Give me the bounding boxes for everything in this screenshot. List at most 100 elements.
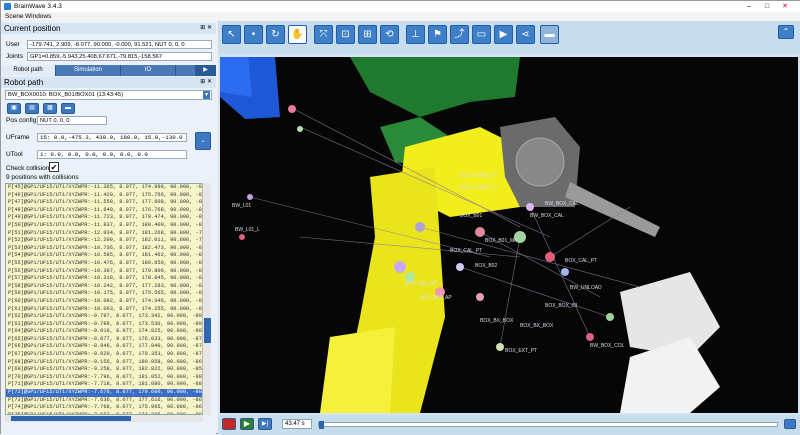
position-row[interactable]: P[56]@GP1/UF15/UT1/XYZWPR:-10.387, 8.077… bbox=[6, 267, 210, 276]
settings-icon[interactable] bbox=[784, 419, 796, 429]
chevron-down-icon[interactable]: ▼ bbox=[203, 91, 210, 99]
close-button[interactable]: ✕ bbox=[777, 1, 793, 12]
position-row[interactable]: P[49]@GP1/UF15/UT1/XYZWPR:-11.723, 8.077… bbox=[6, 214, 210, 222]
chevron-down-icon[interactable]: ⌄ bbox=[195, 132, 211, 150]
axis-frame-icon[interactable]: ⊥ bbox=[406, 25, 425, 44]
scene-label: BOX_B01_AP bbox=[405, 281, 437, 287]
scene-label: BOX_BX_BOX bbox=[480, 318, 514, 324]
position-row[interactable]: P[53]@GP1/UF15/UT1/XYZWPR:-10.736, 8.077… bbox=[6, 244, 210, 253]
timeline-thumb[interactable] bbox=[319, 421, 324, 429]
path-select[interactable]: BW_BOX0010: BOX_B01/BOX01 (13:43:45) ▼ bbox=[5, 90, 212, 100]
position-row[interactable]: P[54]@GP1/UF15/UT1/XYZWPR:-10.585, 8.077… bbox=[6, 252, 210, 260]
tab-io[interactable]: IO bbox=[121, 65, 176, 76]
maximize-button[interactable]: □ bbox=[759, 1, 775, 12]
save-icon[interactable]: ▣ bbox=[7, 103, 21, 114]
position-row[interactable]: P[52]@GP1/UF15/UT1/XYZWPR:-12.209, 8.077… bbox=[6, 237, 210, 245]
position-row[interactable]: P[70]@GP1/UF15/UT1/XYZWPR:-7.796, 8.077,… bbox=[6, 373, 210, 382]
minimize-button[interactable]: – bbox=[741, 1, 757, 12]
position-row[interactable]: P[69]@GP1/UF15/UT1/XYZWPR:-9.258, 8.077,… bbox=[6, 366, 210, 374]
position-row[interactable]: P[68]@GP1/UF15/UT1/XYZWPR:-9.156, 8.077,… bbox=[6, 358, 210, 367]
position-row[interactable]: P[64]@GP1/UF15/UT1/XYZWPR:-9.819, 8.077,… bbox=[6, 328, 210, 336]
position-row[interactable]: P[71]@GP1/UF15/UT1/XYZWPR:-7.718, 8.077,… bbox=[6, 381, 210, 390]
reset-view-icon[interactable]: ⟲ bbox=[380, 25, 399, 44]
position-row[interactable]: P[63]@GP1/UF15/UT1/XYZWPR:-9.788, 8.077,… bbox=[6, 320, 210, 329]
position-row[interactable]: P[62]@GP1/UF15/UT1/XYZWPR:-9.797, 8.077,… bbox=[6, 313, 210, 321]
title-bar: BrainWave 3.4.3 – □ ✕ bbox=[1, 1, 800, 12]
scene-label: BW_L01_L bbox=[235, 227, 260, 233]
position-row[interactable]: P[55]@GP1/UF15/UT1/XYZWPR:-10.476, 8.077… bbox=[6, 259, 210, 268]
rotate-view-icon[interactable]: ↻ bbox=[266, 25, 285, 44]
green-cell bbox=[350, 57, 520, 117]
position-row[interactable]: P[48]@GP1/UF15/UT1/XYZWPR:-11.649, 8.077… bbox=[6, 206, 210, 215]
tool-probe bbox=[565, 182, 660, 237]
position-row[interactable]: P[58]@GP1/UF15/UT1/XYZWPR:-10.242, 8.077… bbox=[6, 282, 210, 291]
collapse-icon[interactable]: ⌃ bbox=[778, 25, 794, 39]
positions-vertical-scrollbar[interactable] bbox=[202, 183, 211, 415]
share-graph-icon[interactable]: ⋖ bbox=[516, 25, 535, 44]
position-row[interactable]: P[72]@GP1/UF15/UT1/XYZWPR:-7.676, 8.077,… bbox=[6, 389, 210, 397]
utool-field[interactable]: 1: 0.0, 0.0, 0.0, 0.0, 0.0, 0.0 bbox=[37, 150, 187, 159]
position-row[interactable]: P[45]@GP1/UF15/UT1/XYZWPR:-11.365, 8.077… bbox=[6, 184, 210, 192]
select-cursor-icon[interactable]: ↖ bbox=[222, 25, 241, 44]
zoom-region-icon[interactable]: ⊞ bbox=[358, 25, 377, 44]
tab-extra[interactable] bbox=[176, 65, 196, 76]
scene-label: BW_BOX_CAL bbox=[530, 213, 564, 219]
pin-icon[interactable]: ⊞ ✕ bbox=[200, 23, 212, 34]
layers-icon[interactable]: ▭ bbox=[472, 25, 491, 44]
position-row[interactable]: P[73]@GP1/UF15/UT1/XYZWPR:-7.636, 8.077,… bbox=[6, 396, 210, 405]
uframe-field[interactable]: 15: 0.0,-475.3, 430.0, 180.0, 15.0,-130.… bbox=[37, 133, 187, 142]
position-row[interactable]: P[57]@GP1/UF15/UT1/XYZWPR:-10.318, 8.077… bbox=[6, 275, 210, 283]
position-row[interactable]: P[67]@GP1/UF15/UT1/XYZWPR:-9.029, 8.077,… bbox=[6, 351, 210, 359]
menu-windows[interactable]: Windows bbox=[25, 13, 51, 20]
path-icon[interactable]: ⤴ bbox=[450, 25, 469, 44]
point-icon[interactable]: • bbox=[244, 25, 263, 44]
menu-scene[interactable]: Scene bbox=[5, 13, 23, 20]
pin-icon[interactable]: ⊞ ✕ bbox=[200, 77, 212, 88]
position-row[interactable]: P[59]@GP1/UF15/UT1/XYZWPR:-10.175, 8.077… bbox=[6, 290, 210, 298]
print-icon[interactable]: ▤ bbox=[25, 103, 39, 114]
robot-path-header: Robot path ⊞ ✕ bbox=[1, 77, 216, 88]
check-collisions-checkbox[interactable]: ✔ bbox=[49, 162, 59, 172]
positions-list[interactable]: P[45]@GP1/UF15/UT1/XYZWPR:-11.365, 8.077… bbox=[5, 183, 211, 415]
scene-label: BOX_EXT_PT bbox=[505, 348, 537, 354]
position-row[interactable]: P[50]@GP1/UF15/UT1/XYZWPR:-11.837, 8.077… bbox=[6, 221, 210, 230]
user-position-field[interactable]: -179.741, 2.909, -8.077, 90.000, -0.000,… bbox=[27, 40, 212, 49]
positions-horizontal-scrollbar[interactable] bbox=[5, 415, 203, 422]
fit-view-icon[interactable]: ⤧ bbox=[314, 25, 333, 44]
viewer-area: ↖ • ↻ ✋ ⤧ ⊡ ⊞ ⟲ ⊥ ⚑ ⤴ ▭ ▶ ⋖ ▬ ⌃ BW_L01 B… bbox=[218, 21, 800, 435]
zoom-fit-icon[interactable]: ⊡ bbox=[336, 25, 355, 44]
marker-icon[interactable]: ⚑ bbox=[428, 25, 447, 44]
open-icon[interactable]: ▦ bbox=[43, 103, 57, 114]
play-path-icon[interactable]: ▶ bbox=[494, 25, 513, 44]
position-row[interactable]: P[65]@GP1/UF15/UT1/XYZWPR:-8.877, 8.077,… bbox=[6, 335, 210, 344]
scene-label: BOX_BOX_03 bbox=[545, 303, 577, 309]
scene-label: BOX_B01_AP bbox=[420, 295, 452, 301]
position-row[interactable]: P[51]@GP1/UF15/UT1/XYZWPR:-12.034, 8.077… bbox=[6, 229, 210, 238]
scroll-thumb[interactable] bbox=[11, 416, 131, 421]
timeline-slider[interactable] bbox=[318, 421, 778, 429]
position-row[interactable]: P[47]@GP1/UF15/UT1/XYZWPR:-11.558, 8.077… bbox=[6, 199, 210, 207]
3d-viewport[interactable]: BW_L01 BW_L01_L BOX_ALIGN_PT BOX_ALIGN_P… bbox=[220, 57, 798, 413]
tab-next-button[interactable]: ▶ bbox=[196, 65, 216, 76]
position-row[interactable]: P[46]@GP1/UF15/UT1/XYZWPR:-11.420, 8.077… bbox=[6, 191, 210, 200]
tab-simulation[interactable]: Simulation bbox=[56, 65, 121, 76]
step-forward-icon[interactable]: ▶| bbox=[258, 418, 272, 430]
scroll-thumb[interactable] bbox=[204, 318, 211, 343]
playback-time-field[interactable]: 43.47 s bbox=[282, 419, 312, 429]
stop-button[interactable] bbox=[222, 418, 236, 430]
export-icon[interactable]: ▬ bbox=[61, 103, 75, 114]
position-row[interactable]: P[74]@GP1/UF15/UT1/XYZWPR:-7.768, 8.077,… bbox=[6, 404, 210, 412]
current-position-header: Current position ⊞ ✕ bbox=[1, 23, 216, 34]
joints-field[interactable]: GP1=0.859,-5.943,25.408,67.671,-79.815,-… bbox=[27, 52, 212, 61]
tab-robot-path[interactable]: Robot path bbox=[1, 65, 56, 76]
pos-config-field[interactable]: NUT 0, 0, 0 bbox=[37, 116, 107, 125]
app-window: BrainWave 3.4.3 – □ ✕ Scene Windows Curr… bbox=[0, 0, 800, 435]
play-icon[interactable]: ▶ bbox=[240, 418, 254, 430]
path-select-value: BW_BOX0010: BOX_B01/BOX01 (13:43:45) bbox=[8, 92, 124, 98]
toggle-grid-icon[interactable]: ▬ bbox=[540, 25, 559, 44]
scene-label: BW_L01 bbox=[232, 203, 251, 209]
position-row[interactable]: P[60]@GP1/UF15/UT1/XYZWPR:-10.082, 8.077… bbox=[6, 297, 210, 306]
position-row[interactable]: P[61]@GP1/UF15/UT1/XYZWPR:-10.063, 8.077… bbox=[6, 305, 210, 314]
position-row[interactable]: P[66]@GP1/UF15/UT1/XYZWPR:-8.946, 8.077,… bbox=[6, 343, 210, 352]
pan-hand-icon[interactable]: ✋ bbox=[288, 25, 307, 44]
